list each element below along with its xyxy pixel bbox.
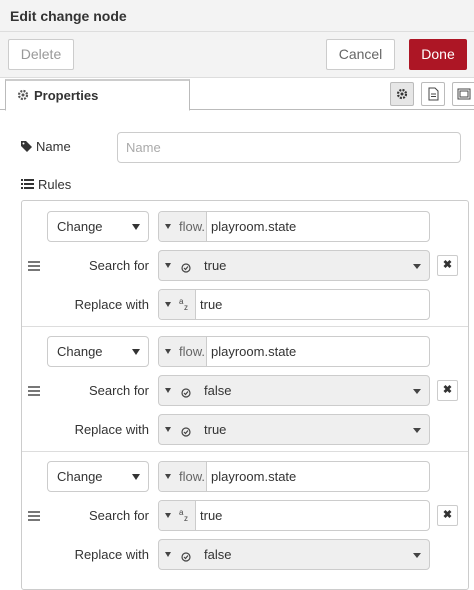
caret-down-icon: [165, 388, 171, 393]
rule-target-input[interactable]: flow. playroom.state: [158, 336, 430, 367]
replace-value: false: [204, 547, 232, 562]
caret-down-icon: [165, 552, 171, 557]
caret-down-icon: [413, 389, 421, 394]
caret-down-icon: [165, 427, 171, 432]
target-type-button[interactable]: flow.: [159, 462, 207, 491]
replace-with-label: Replace with: [74, 297, 149, 312]
caret-down-icon: [165, 349, 171, 354]
close-icon: ✖: [442, 259, 453, 271]
target-type-prefix: flow.: [179, 219, 206, 234]
replace-value-select[interactable]: false: [158, 539, 430, 570]
boolean-type-icon: [181, 261, 191, 276]
search-value: true: [200, 508, 223, 523]
target-type-prefix: flow.: [179, 344, 206, 359]
rule-target-input[interactable]: flow. playroom.state: [158, 211, 430, 242]
string-type-icon: az: [179, 508, 191, 525]
target-type-button[interactable]: flow.: [159, 212, 207, 241]
drag-handle-icon[interactable]: [28, 386, 40, 398]
caret-down-icon: [165, 302, 171, 307]
appearance-tab-button[interactable]: [452, 82, 474, 106]
rule-action-value: Change: [57, 344, 103, 359]
tag-icon: [21, 140, 32, 155]
close-icon: ✖: [442, 509, 453, 521]
target-value: playroom.state: [211, 219, 297, 234]
rule-action-value: Change: [57, 219, 103, 234]
delete-button[interactable]: Delete: [8, 39, 74, 70]
gear-icon: [17, 89, 29, 104]
rule-target-input[interactable]: flow. playroom.state: [158, 461, 430, 492]
search-value-input[interactable]: az true: [158, 500, 430, 531]
tab-properties[interactable]: Properties: [5, 79, 190, 111]
caret-down-icon: [413, 428, 421, 433]
remove-rule-button[interactable]: ✖: [437, 505, 458, 526]
search-for-label: Search for: [89, 383, 149, 398]
gear-icon: [396, 88, 408, 103]
caret-down-icon: [413, 553, 421, 558]
name-input[interactable]: [117, 132, 461, 163]
boolean-type-icon: [181, 386, 191, 401]
drag-handle-icon[interactable]: [28, 511, 40, 523]
target-type-button[interactable]: flow.: [159, 337, 207, 366]
search-value-select[interactable]: false: [158, 375, 430, 406]
rules-label: Rules: [38, 177, 72, 192]
settings-tab-button[interactable]: [390, 82, 414, 106]
replace-value: true: [204, 422, 227, 437]
replace-type-button[interactable]: az: [159, 290, 196, 319]
tab-properties-label: Properties: [34, 88, 99, 103]
rule-action-select[interactable]: Change: [47, 336, 149, 367]
done-button[interactable]: Done: [409, 39, 467, 70]
replace-with-label: Replace with: [74, 422, 149, 437]
replace-value: true: [200, 297, 223, 312]
rule-separator: [22, 451, 468, 452]
target-value: playroom.state: [211, 344, 297, 359]
description-tab-button[interactable]: [421, 82, 445, 106]
search-value-select[interactable]: true: [158, 250, 430, 281]
cancel-button[interactable]: Cancel: [326, 39, 395, 70]
search-value: true: [204, 258, 227, 273]
boolean-type-icon: [181, 425, 191, 440]
replace-value-select[interactable]: true: [158, 414, 430, 445]
string-type-icon: az: [179, 297, 191, 314]
caret-down-icon: [165, 474, 171, 479]
rule-separator: [22, 326, 468, 327]
search-value: false: [204, 383, 232, 398]
description-icon: [428, 87, 439, 104]
target-type-prefix: flow.: [179, 469, 206, 484]
dialog-header: Edit change node: [0, 0, 474, 32]
drag-handle-icon[interactable]: [28, 261, 40, 273]
search-type-button[interactable]: az: [159, 501, 196, 530]
caret-down-icon: [132, 224, 140, 230]
caret-down-icon: [165, 224, 171, 229]
dialog-title: Edit change node: [10, 8, 127, 24]
caret-down-icon: [132, 474, 140, 480]
boolean-type-icon: [181, 550, 191, 565]
rule-action-value: Change: [57, 469, 103, 484]
svg-text:z: z: [184, 514, 188, 522]
dialog-toolbar: Delete Cancel Done: [0, 32, 474, 78]
list-icon: [21, 178, 34, 193]
target-value: playroom.state: [211, 469, 297, 484]
remove-rule-button[interactable]: ✖: [437, 380, 458, 401]
name-label: Name: [36, 139, 71, 154]
replace-with-label: Replace with: [74, 547, 149, 562]
svg-text:z: z: [184, 303, 188, 311]
replace-value-input[interactable]: az true: [158, 289, 430, 320]
remove-rule-button[interactable]: ✖: [437, 255, 458, 276]
caret-down-icon: [165, 513, 171, 518]
rule-action-select[interactable]: Change: [47, 211, 149, 242]
rule-action-select[interactable]: Change: [47, 461, 149, 492]
caret-down-icon: [413, 264, 421, 269]
appearance-icon: [457, 88, 471, 103]
caret-down-icon: [132, 349, 140, 355]
close-icon: ✖: [442, 384, 453, 396]
search-for-label: Search for: [89, 508, 149, 523]
caret-down-icon: [165, 263, 171, 268]
search-for-label: Search for: [89, 258, 149, 273]
